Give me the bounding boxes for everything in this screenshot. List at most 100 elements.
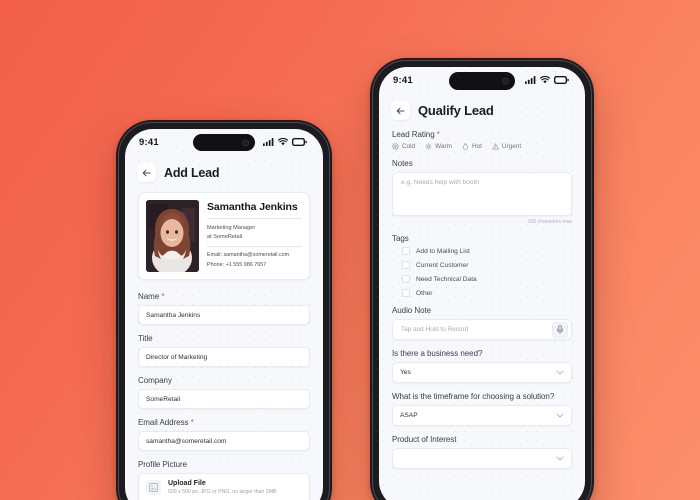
field-label-tags: Tags [392, 234, 409, 243]
tag-option-other[interactable]: Other [392, 289, 572, 297]
business-card-preview: Samantha Jenkins Marketing Manager at So… [138, 192, 310, 280]
status-time: 9:41 [139, 136, 159, 148]
field-label-notes: Notes [392, 159, 413, 168]
field-lead-rating: Lead Rating * Cold Warm Hot Urgent [392, 130, 572, 150]
product-of-interest-select[interactable] [392, 448, 572, 469]
required-marker: * [436, 130, 440, 139]
status-time: 9:41 [393, 74, 413, 86]
microphone-icon [556, 325, 564, 334]
business-need-value: Yes [400, 369, 411, 376]
tag-label: Current Customer [416, 261, 469, 269]
status-indicators [263, 138, 307, 146]
sun-icon [425, 143, 433, 150]
upload-file-dropzone[interactable]: Upload File 500 x 500 px, JPG or PNG, no… [138, 473, 310, 500]
card-divider [207, 246, 302, 248]
lead-rating-options: Cold Warm Hot Urgent [392, 143, 572, 150]
phone-device-qualify-lead: 9:41 Qualify Lead Lead Rating * Cold War… [370, 58, 594, 500]
back-button[interactable] [391, 101, 410, 120]
upload-file-title: Upload File [168, 480, 206, 487]
lead-rating-option-hot[interactable]: Hot [462, 143, 482, 150]
required-marker: * [190, 418, 194, 427]
audio-record-control[interactable]: Tap and Hold to Record [392, 319, 572, 340]
card-company: at SomeRetail [207, 234, 243, 241]
record-button[interactable] [552, 321, 568, 338]
field-label-email: Email Address * [138, 418, 194, 427]
phone-device-add-lead: 9:41 Add Lead Samantha Jenkins Marketing… [116, 120, 332, 500]
back-arrow-icon [396, 107, 405, 115]
tag-label: Add to Mailing List [416, 247, 470, 255]
field-label-title: Title [138, 334, 153, 343]
title-input[interactable]: Director of Marketing [138, 347, 310, 367]
cellular-bars-icon [263, 138, 274, 146]
front-camera-icon [242, 139, 249, 146]
chevron-down-icon [556, 370, 564, 375]
field-timeframe: What is the timeframe for choosing a sol… [392, 392, 572, 426]
card-email: Email: samantha@someretail.com [207, 252, 290, 259]
tag-option-need-technical-data[interactable]: Need Technical Data [392, 275, 572, 283]
lead-rating-label-warm: Warm [435, 143, 452, 150]
email-input[interactable]: samantha@someretail.com [138, 431, 310, 451]
field-label-audio-note: Audio Note [392, 306, 432, 315]
lead-rating-option-warm[interactable]: Warm [425, 143, 452, 150]
field-product-of-interest: Product of Interest [392, 435, 572, 469]
status-indicators [525, 76, 569, 84]
field-audio-note: Audio Note Tap and Hold to Record [392, 306, 572, 340]
business-need-select[interactable]: Yes [392, 362, 572, 383]
field-profile-picture: Profile Picture Upload File 500 x 500 px… [138, 460, 310, 500]
front-camera-icon [502, 77, 509, 85]
required-marker: * [161, 292, 165, 301]
snowflake-icon [392, 143, 399, 150]
card-role: Marketing Manager [207, 225, 256, 231]
lead-rating-option-cold[interactable]: Cold [392, 143, 415, 150]
field-label-name: Name * [138, 292, 165, 301]
company-input[interactable]: SomeRetail [138, 389, 310, 409]
qualify-lead-form: Lead Rating * Cold Warm Hot Urgent Notes… [379, 126, 585, 500]
name-input[interactable]: Samantha Jenkins [138, 305, 310, 325]
chevron-down-icon [556, 456, 564, 461]
phone-screen-add-lead: 9:41 Add Lead Samantha Jenkins Marketing… [125, 129, 323, 500]
tag-option-add-to-mailing-list[interactable]: Add to Mailing List [392, 247, 572, 255]
flame-icon [462, 143, 469, 150]
field-label-timeframe: What is the timeframe for choosing a sol… [392, 392, 555, 401]
field-tags: Tags Add to Mailing List Current Custome… [392, 234, 572, 297]
page-title: Add Lead [164, 165, 220, 180]
timeframe-select[interactable]: ASAP [392, 405, 572, 426]
lead-portrait-photo [146, 200, 199, 272]
chevron-down-icon [556, 413, 564, 418]
phone-screen-qualify-lead: 9:41 Qualify Lead Lead Rating * Cold War… [379, 67, 585, 500]
battery-icon [554, 76, 569, 84]
notes-textarea[interactable]: e.g. Needs help with booth [392, 172, 572, 216]
battery-icon [292, 138, 307, 146]
audio-record-placeholder: Tap and Hold to Record [401, 326, 469, 333]
field-label-profile-picture: Profile Picture [138, 460, 188, 469]
checkbox-icon[interactable] [402, 289, 410, 297]
tag-option-current-customer[interactable]: Current Customer [392, 261, 572, 269]
add-lead-form: Samantha Jenkins Marketing Manager at So… [125, 188, 323, 500]
field-name: Name * Samantha Jenkins [138, 292, 310, 325]
nav-bar-add-lead: Add Lead [125, 155, 323, 188]
field-label-lead-rating: Lead Rating * [392, 130, 440, 139]
tags-checkbox-group: Add to Mailing List Current Customer Nee… [392, 247, 572, 297]
field-notes: Notes e.g. Needs help with booth 500 cha… [392, 159, 572, 225]
image-placeholder-icon [146, 480, 161, 495]
back-arrow-icon [142, 169, 151, 177]
checkbox-icon[interactable] [402, 261, 410, 269]
checkbox-icon[interactable] [402, 275, 410, 283]
field-business-need: Is there a business need? Yes [392, 349, 572, 383]
field-label-company: Company [138, 376, 172, 385]
lead-rating-label-hot: Hot [471, 143, 482, 150]
lead-rating-label-urgent: Urgent [501, 143, 522, 150]
notes-character-counter: 500 characters max [528, 219, 572, 225]
cellular-bars-icon [525, 76, 536, 84]
card-phone: Phone: +1 555 986 7657 [207, 261, 267, 268]
upload-text-group: Upload File 500 x 500 px, JPG or PNG, no… [168, 480, 276, 496]
dynamic-island [449, 72, 515, 90]
field-label-business-need: Is there a business need? [392, 349, 483, 358]
dynamic-island [193, 134, 255, 151]
checkbox-icon[interactable] [402, 247, 410, 255]
upload-file-subtitle: 500 x 500 px, JPG or PNG, no larger than… [168, 489, 277, 495]
field-title: Title Director of Marketing [138, 334, 310, 367]
back-button[interactable] [137, 163, 156, 182]
tag-label: Need Technical Data [416, 275, 477, 283]
lead-rating-option-urgent[interactable]: Urgent [492, 143, 521, 150]
